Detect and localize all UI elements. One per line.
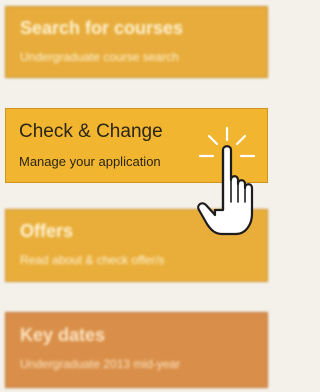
tile-title: Key dates <box>20 325 106 345</box>
check-and-change-tile[interactable]: Check & Change Manage your application <box>5 108 268 183</box>
tile-subtitle: Undergraduate 2013 mid-year <box>20 357 181 371</box>
key-dates-tile[interactable]: Key dates Undergraduate 2013 mid-year <box>5 312 268 388</box>
tile-subtitle: Manage your application <box>19 154 161 169</box>
search-courses-tile[interactable]: Search for courses Undergraduate course … <box>5 6 268 78</box>
tile-title: Check & Change <box>19 121 163 142</box>
tile-subtitle: Read about & check offer/s <box>20 253 165 267</box>
tile-subtitle: Undergraduate course search <box>20 50 179 64</box>
tile-title: Search for courses <box>20 18 184 38</box>
tile-title: Offers <box>20 221 74 241</box>
navigation-menu: Search for courses Undergraduate course … <box>0 0 273 392</box>
offers-tile[interactable]: Offers Read about & check offer/s <box>5 209 268 282</box>
